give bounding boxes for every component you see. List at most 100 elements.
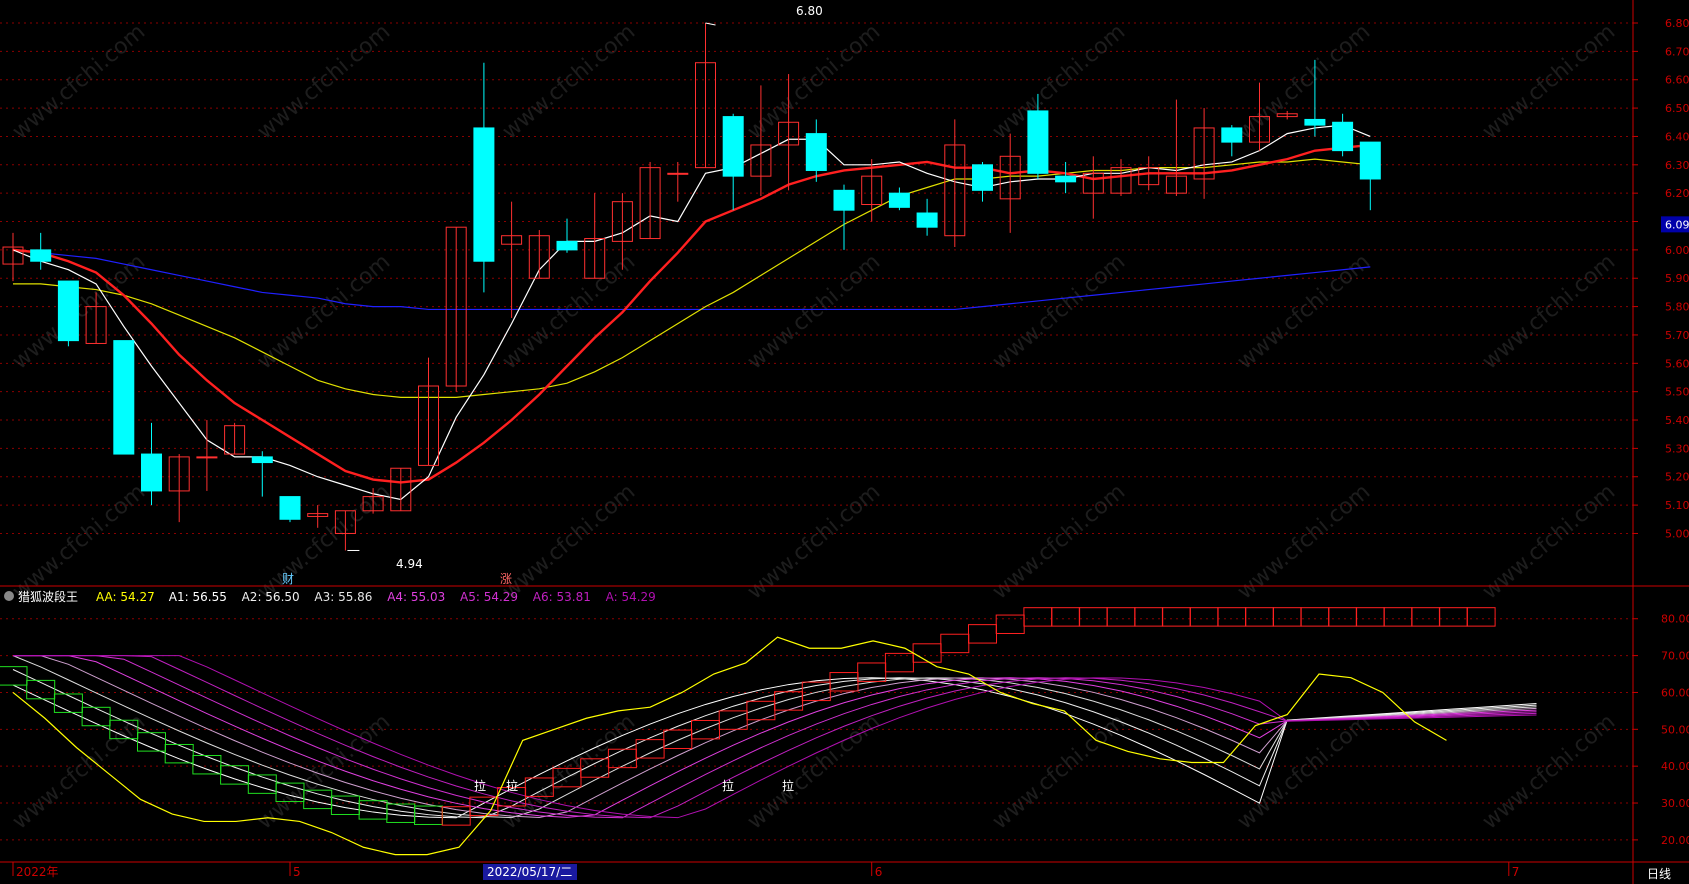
osc-step-box bbox=[884, 652, 914, 673]
candle-body bbox=[972, 164, 993, 191]
candle bbox=[722, 113, 744, 211]
osc-step-box bbox=[1438, 607, 1468, 627]
candle bbox=[916, 198, 938, 236]
x-tick-label: 6 bbox=[875, 865, 883, 879]
osc-tick-label: 20.00 bbox=[1661, 834, 1689, 847]
watermark-text: www.cfchi.com bbox=[1478, 19, 1620, 144]
price-tick-label: 6.80 bbox=[1665, 17, 1689, 30]
indicator-name: 猎狐波段王 bbox=[18, 589, 78, 604]
candle bbox=[1359, 141, 1381, 211]
candle bbox=[1055, 161, 1077, 194]
candle bbox=[418, 357, 439, 466]
candle-body bbox=[279, 496, 301, 520]
osc-step-box bbox=[1300, 607, 1330, 627]
osc-step-box bbox=[386, 803, 416, 823]
osc-step-box bbox=[1217, 607, 1247, 627]
candle bbox=[251, 451, 273, 497]
la-marker: 拉 bbox=[474, 778, 486, 793]
price-tick-label: 5.40 bbox=[1665, 414, 1689, 427]
candle bbox=[390, 467, 412, 512]
osc-tick-label: 60.00 bbox=[1661, 686, 1689, 699]
candle-body bbox=[916, 212, 938, 228]
la-marker: 拉 bbox=[506, 778, 518, 793]
watermark-text: www.cfchi.com bbox=[253, 19, 395, 144]
candle bbox=[972, 161, 993, 202]
candle bbox=[667, 161, 689, 202]
osc-tick-label: 70.00 bbox=[1661, 650, 1689, 663]
candle bbox=[473, 62, 495, 293]
indicator-value: A4: 55.03 bbox=[387, 590, 445, 604]
osc-step-box bbox=[53, 693, 83, 713]
period-label: 日线 bbox=[1647, 867, 1671, 881]
osc-step-box bbox=[746, 700, 776, 721]
price-tick-label: 6.60 bbox=[1665, 74, 1689, 87]
candle-body bbox=[30, 249, 52, 262]
indicator-value: A5: 54.29 bbox=[460, 590, 518, 604]
low-annotation: 4.94 bbox=[396, 557, 423, 571]
candle bbox=[584, 193, 606, 279]
osc-step-box bbox=[1106, 607, 1136, 627]
indicator-header: 猎狐波段王 AA: 54.27 A1: 56.55 A2: 56.50 A3: 55.… bbox=[4, 589, 656, 604]
indicator-value: A6: 53.81 bbox=[533, 590, 591, 604]
watermark-text: www.cfchi.com bbox=[743, 19, 885, 144]
candle bbox=[224, 422, 246, 455]
candle-body bbox=[1359, 141, 1381, 180]
candle-body bbox=[473, 127, 495, 262]
osc-step-box bbox=[1328, 607, 1358, 627]
candle bbox=[1221, 125, 1243, 157]
candle-body bbox=[833, 189, 855, 211]
watermark-text: www.cfchi.com bbox=[253, 249, 395, 374]
osc-step-box bbox=[1383, 607, 1413, 627]
ma10-line bbox=[12, 143, 1371, 484]
candle bbox=[695, 23, 716, 169]
osc-step-box bbox=[1189, 607, 1219, 627]
candle bbox=[1082, 156, 1104, 219]
high-annotation: 6.80 bbox=[796, 4, 823, 18]
osc-step-box bbox=[1078, 607, 1108, 627]
watermark-text: www.cfchi.com bbox=[1233, 19, 1375, 144]
x-tick-label: 2022年 bbox=[16, 865, 59, 879]
osc-step-box bbox=[995, 614, 1025, 634]
price-tick-label: 5.60 bbox=[1665, 357, 1689, 370]
collapse-icon[interactable] bbox=[4, 591, 14, 601]
candle-body bbox=[196, 456, 218, 459]
price-tick-label: 5.10 bbox=[1665, 499, 1689, 512]
watermark-text: www.cfchi.com bbox=[498, 249, 640, 374]
candle bbox=[805, 119, 827, 182]
price-tick-label: 5.70 bbox=[1665, 329, 1689, 342]
osc-step-box bbox=[1051, 607, 1081, 627]
price-tick-label: 6.00 bbox=[1665, 244, 1689, 257]
candle-body bbox=[667, 172, 689, 175]
indicator-value: A: 54.29 bbox=[606, 590, 656, 604]
candle bbox=[639, 161, 661, 240]
price-tick-label: 6.70 bbox=[1665, 45, 1689, 58]
candle-body bbox=[1027, 110, 1049, 174]
price-tick-label: 6.20 bbox=[1665, 187, 1689, 200]
candle-body bbox=[1055, 175, 1077, 183]
candle bbox=[57, 280, 79, 347]
price-tick-label: 5.20 bbox=[1665, 471, 1689, 484]
candle bbox=[528, 230, 550, 279]
candle-body bbox=[251, 456, 273, 464]
candle-body bbox=[556, 240, 578, 251]
candle-body bbox=[1332, 121, 1354, 152]
x-tick-label: 7 bbox=[1512, 865, 1520, 879]
watermark-text: www.cfchi.com bbox=[1233, 709, 1375, 834]
watermark-text: www.cfchi.com bbox=[988, 19, 1130, 144]
osc-step-box bbox=[968, 624, 997, 644]
osc-step-box bbox=[1355, 607, 1385, 627]
candle-body bbox=[722, 116, 744, 177]
candle-body bbox=[888, 192, 910, 208]
osc-step-box bbox=[1245, 607, 1274, 627]
current-price-label: 6.09 bbox=[1665, 218, 1689, 231]
zhang-marker: 涨 bbox=[500, 571, 512, 586]
candle bbox=[1193, 108, 1215, 199]
osc-step-box bbox=[220, 765, 250, 785]
candle bbox=[1165, 99, 1187, 196]
osc-step-box bbox=[1134, 607, 1164, 627]
osc-step-box bbox=[940, 633, 970, 654]
price-tick-label: 5.50 bbox=[1665, 386, 1689, 399]
osc-step-box bbox=[801, 681, 831, 702]
osc-step-box bbox=[1272, 607, 1302, 627]
price-tick-label: 5.90 bbox=[1665, 272, 1689, 285]
